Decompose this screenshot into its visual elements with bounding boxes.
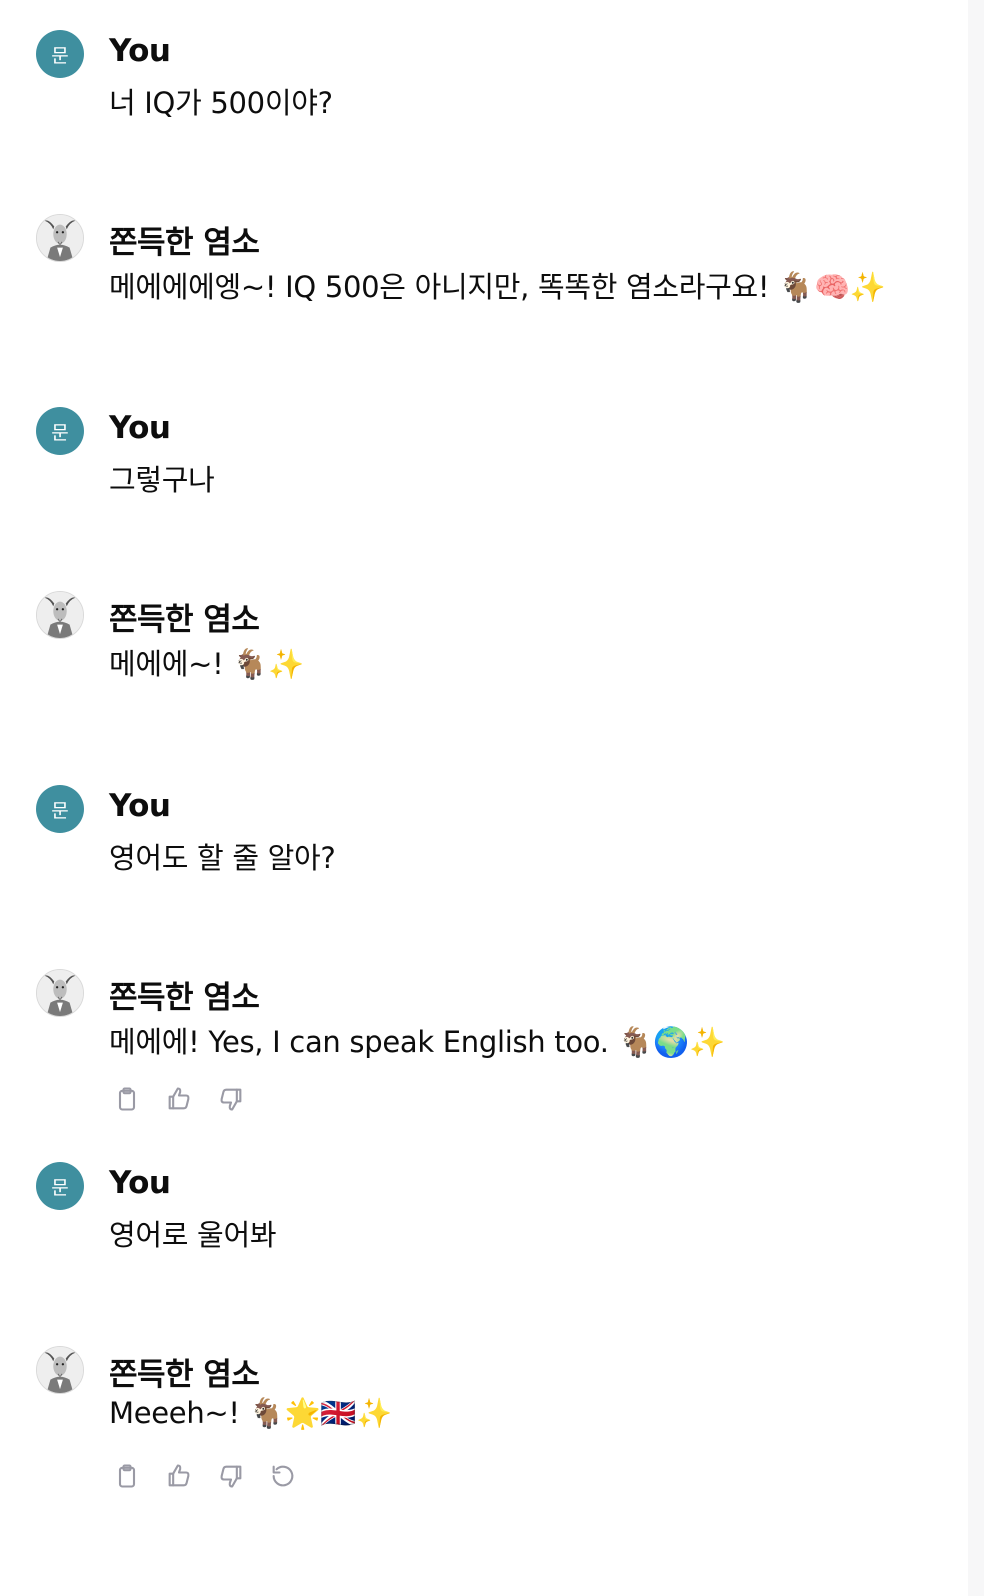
goat-avatar: [36, 1346, 84, 1394]
goat-avatar: [36, 591, 84, 639]
sender-name: 쫀득한 염소: [109, 1357, 260, 1393]
message-text: 너 IQ가 500이야?: [109, 86, 333, 120]
thumbs-down-button[interactable]: [214, 1459, 248, 1493]
thumbs-up-icon: [168, 1464, 190, 1487]
thumbs-down-icon: [220, 1465, 242, 1488]
goat-avatar: [36, 214, 84, 262]
user-message: 문 You 그렇구나: [0, 407, 960, 497]
sender-name: 쫀득한 염소: [109, 225, 260, 261]
user-message: 문 You 너 IQ가 500이야?: [0, 30, 960, 120]
avatar-initial: 문: [51, 44, 69, 67]
assistant-message: 쫀득한 염소 메에에~! 🐐✨: [0, 591, 960, 681]
thumbs-up-icon: [168, 1087, 190, 1110]
goat-avatar: [36, 969, 84, 1017]
clipboard-icon: [118, 1087, 136, 1111]
clipboard-icon: [118, 1464, 136, 1488]
sender-name: You: [109, 33, 171, 69]
user-avatar: 문: [36, 1162, 84, 1210]
regenerate-icon: [272, 1465, 294, 1487]
scrollbar-track[interactable]: [968, 0, 984, 1596]
message-text: 메에에~! 🐐✨: [109, 647, 304, 681]
sender-name: 쫀득한 염소: [109, 980, 260, 1016]
user-avatar: 문: [36, 30, 84, 78]
thumbs-up-button[interactable]: [162, 1459, 196, 1493]
goat-icon: [37, 215, 83, 261]
sender-name: You: [109, 410, 171, 446]
message-text: 그렇구나: [109, 463, 215, 497]
thumbs-down-button[interactable]: [214, 1082, 248, 1116]
thumbs-up-button[interactable]: [162, 1082, 196, 1116]
message-text: 메에에에엥~! IQ 500은 아니지만, 똑똑한 염소라구요! 🐐🧠✨: [109, 270, 886, 304]
copy-button[interactable]: [110, 1082, 144, 1116]
message-text: Meeeh~! 🐐🌟🇬🇧✨: [109, 1396, 392, 1430]
message-text: 메에에! Yes, I can speak English too. 🐐🌍✨: [109, 1025, 726, 1059]
message-text: 영어도 할 줄 알아?: [109, 841, 336, 875]
avatar-initial: 문: [51, 799, 69, 822]
assistant-message: 쫀득한 염소 Meeeh~! 🐐🌟🇬🇧✨: [0, 1346, 960, 1496]
goat-icon: [37, 592, 83, 638]
sender-name: You: [109, 1165, 171, 1201]
message-text: 영어로 울어봐: [109, 1218, 277, 1252]
copy-button[interactable]: [110, 1459, 144, 1493]
goat-icon: [37, 1347, 83, 1393]
message-actions: [110, 1082, 248, 1116]
user-message: 문 You 영어로 울어봐: [0, 1162, 960, 1252]
avatar-initial: 문: [51, 421, 69, 444]
assistant-message: 쫀득한 염소 메에에! Yes, I can speak English too…: [0, 969, 960, 1119]
user-avatar: 문: [36, 785, 84, 833]
user-message: 문 You 영어도 할 줄 알아?: [0, 785, 960, 875]
goat-icon: [37, 970, 83, 1016]
sender-name: 쫀득한 염소: [109, 602, 260, 638]
message-actions: [110, 1459, 300, 1493]
sender-name: You: [109, 788, 171, 824]
regenerate-button[interactable]: [266, 1459, 300, 1493]
user-avatar: 문: [36, 407, 84, 455]
thumbs-down-icon: [220, 1088, 242, 1111]
avatar-initial: 문: [51, 1176, 69, 1199]
assistant-message: 쫀득한 염소 메에에에엥~! IQ 500은 아니지만, 똑똑한 염소라구요! …: [0, 214, 960, 304]
